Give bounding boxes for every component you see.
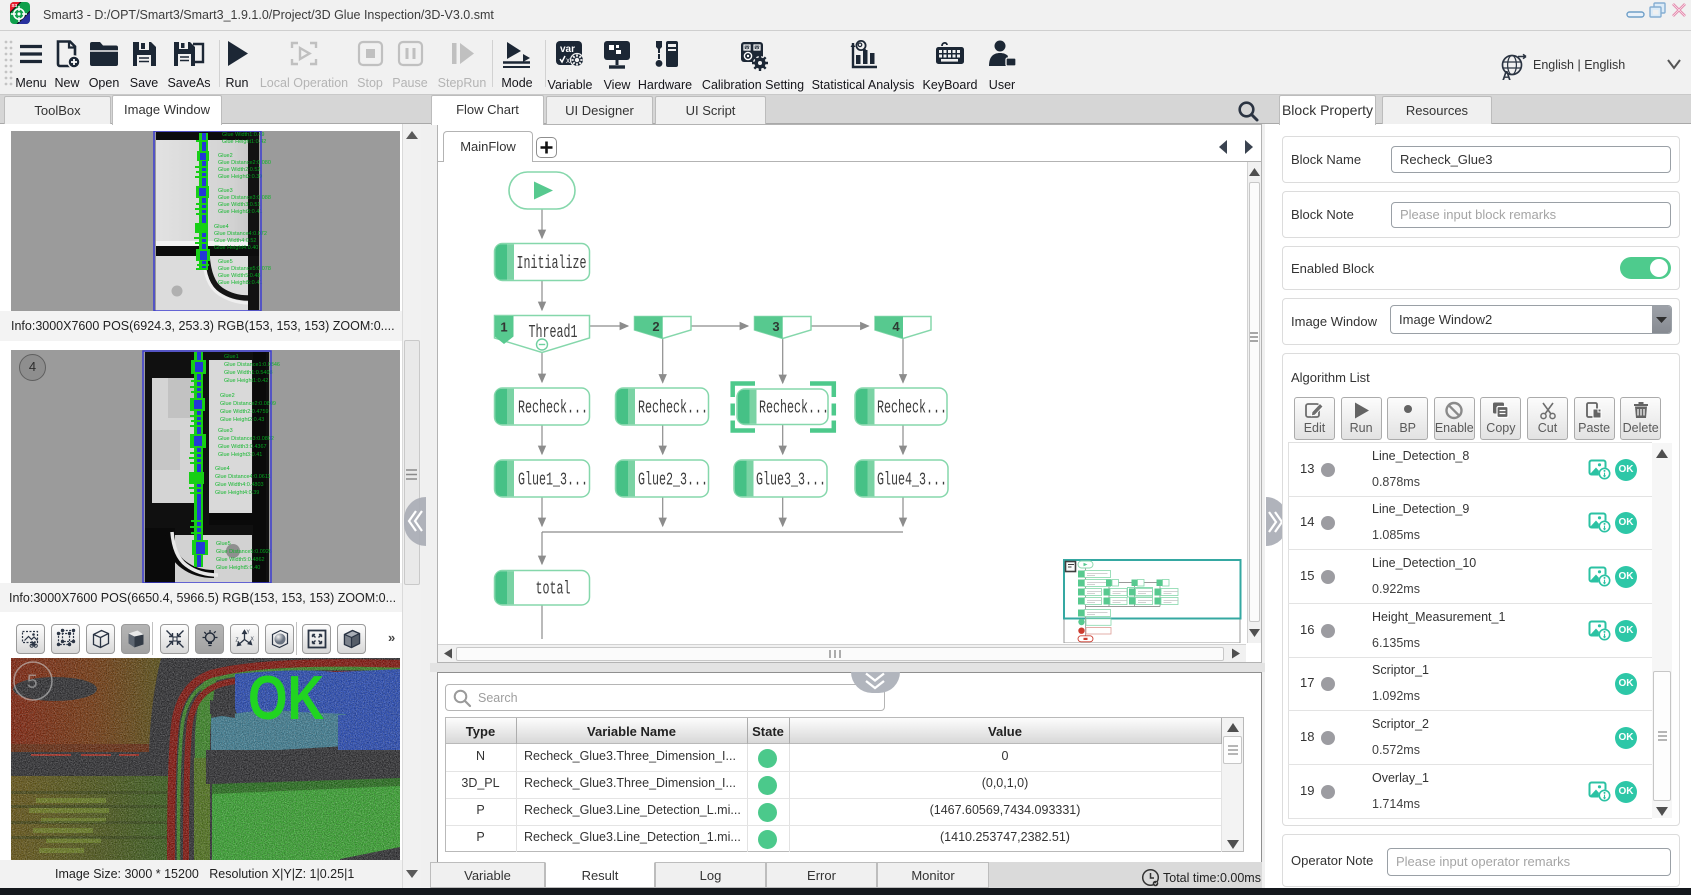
svg-text:Glue Height1:0.42: Glue Height1:0.42 [224,378,268,384]
svg-text:Glue1_3...: Glue1_3... [518,470,588,491]
svg-text:Glue Distance3:0.088: Glue Distance3:0.088 [218,195,271,201]
svg-text:Glue Height5:0.41: Glue Height5:0.41 [218,280,262,286]
svg-text:total: total [536,579,571,600]
svg-text:Recheck...: Recheck... [759,398,829,419]
svg-text:Glue Distance5:0.0926: Glue Distance5:0.0926 [216,549,272,555]
svg-text:Z: Z [235,638,238,644]
svg-text:Glue Height2:0.43: Glue Height2:0.43 [220,417,264,423]
svg-text:Glue Height5:0.40: Glue Height5:0.40 [216,565,260,571]
svg-text:Glue4: Glue4 [214,224,229,230]
svg-text:Glue Height4:0.39: Glue Height4:0.39 [215,490,259,496]
svg-text:5: 5 [27,672,38,693]
svg-text:X: X [250,637,254,643]
svg-text:30: 30 [745,45,751,50]
svg-text:Glue Width1:0.49: Glue Width1:0.49 [222,132,265,138]
svg-text:Glue Distance2:0.080: Glue Distance2:0.080 [218,160,271,166]
svg-text:Glue Distance3:0.0802: Glue Distance3:0.0802 [218,436,274,442]
svg-text:Glue2_3...: Glue2_3... [638,470,708,491]
svg-text:Glue Width5:0.48: Glue Width5:0.48 [218,273,261,279]
svg-text:Glue5: Glue5 [216,541,231,547]
svg-text:Glue Distance2:0.0809: Glue Distance2:0.0809 [220,401,276,407]
svg-text:S3: S3 [12,3,18,8]
svg-text:Glue Width2:0.52: Glue Width2:0.52 [218,167,261,173]
svg-text:Glue Width4:0.52: Glue Width4:0.52 [214,238,257,244]
svg-text:Glue1: Glue1 [224,354,239,360]
svg-text:Glue Height4:0.40: Glue Height4:0.40 [214,245,258,251]
svg-text:Glue4_3...: Glue4_3... [877,470,947,491]
svg-text:Glue Distance4:0.0611: Glue Distance4:0.0611 [215,474,271,480]
svg-text:Glue Width3:0.4367: Glue Width3:0.4367 [218,444,267,450]
svg-text:Glue Distance5:0.078: Glue Distance5:0.078 [218,266,271,272]
svg-text:Glue Height1:0.42: Glue Height1:0.42 [222,139,266,145]
svg-text:Recheck...: Recheck... [877,398,947,419]
svg-text:Glue Height3:0.41: Glue Height3:0.41 [218,452,262,458]
svg-text:Y: Y [246,630,250,636]
svg-text:Glue Height2:0.39: Glue Height2:0.39 [218,174,262,180]
svg-text:Recheck...: Recheck... [518,398,588,419]
svg-text:Glue Width2:0.4759: Glue Width2:0.4759 [220,409,269,415]
svg-text:A: A [1502,69,1511,81]
svg-text:30: 30 [755,45,761,50]
svg-text:Glue Width4:0.4803: Glue Width4:0.4803 [215,482,264,488]
svg-text:Glue Width1:0.5408: Glue Width1:0.5408 [224,370,273,376]
svg-text:Glue Distance4:0.072: Glue Distance4:0.072 [214,231,267,237]
svg-text:Glue4: Glue4 [215,466,230,472]
svg-text:Glue Width3:0.51: Glue Width3:0.51 [218,202,261,208]
svg-text:Glue3: Glue3 [218,188,233,194]
svg-text:Glue2: Glue2 [220,393,235,399]
svg-text:Glue3_3...: Glue3_3... [756,470,826,491]
svg-text:Recheck...: Recheck... [638,398,708,419]
svg-text:Glue3: Glue3 [218,428,233,434]
svg-text:Glue Height3:0.41: Glue Height3:0.41 [218,209,262,215]
svg-text:OK: OK [248,664,324,733]
svg-text:Glue2: Glue2 [218,153,233,159]
svg-text:Glue Width5:0.4862: Glue Width5:0.4862 [216,557,265,563]
svg-text:Glue5: Glue5 [218,259,233,265]
